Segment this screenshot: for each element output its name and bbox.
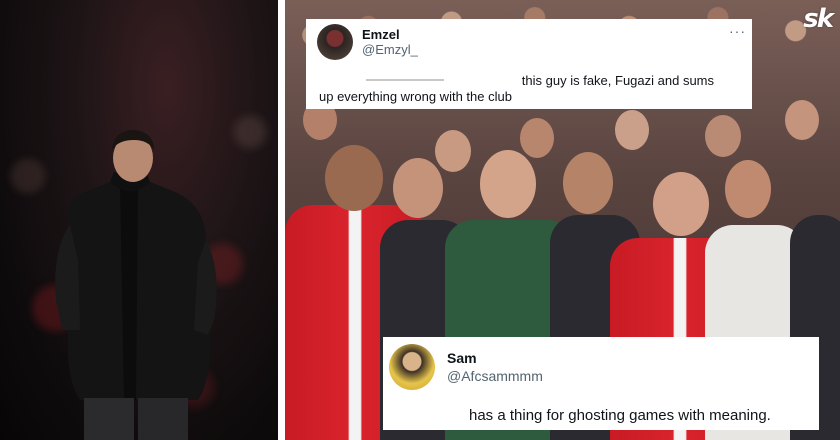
fan-head	[520, 118, 554, 158]
user-handle[interactable]: @Afcsammmm	[447, 368, 543, 384]
fan-head	[615, 110, 649, 150]
fan-head	[480, 150, 536, 218]
tweet-text-line: this guy is fake, Fugazi and sums	[521, 73, 714, 88]
more-options-icon[interactable]: ···	[729, 23, 746, 39]
manager-figure	[55, 130, 217, 440]
avatar[interactable]	[317, 24, 353, 60]
avatar[interactable]	[389, 344, 435, 390]
fan-head	[725, 160, 771, 218]
tweet-card[interactable]: Sam @Afcsammmm has a thing for ghosting …	[383, 337, 819, 430]
tweet-card[interactable]: Emzel @Emzyl_ ··· this guy is fake, Fuga…	[306, 19, 752, 109]
tweet-text-line: has a thing for ghosting games with mean…	[469, 407, 771, 424]
fan-head	[563, 152, 613, 214]
sportskeeda-logo: sk	[803, 4, 834, 34]
tweet-text-line: up everything wrong with the club	[319, 89, 512, 104]
user-handle[interactable]: @Emzyl_	[362, 42, 418, 57]
display-name[interactable]: Emzel	[362, 27, 400, 42]
fan-head	[435, 130, 471, 172]
fan-head	[705, 115, 741, 157]
fan-head	[653, 172, 709, 236]
fan-head	[785, 100, 819, 140]
fan-head	[393, 158, 443, 218]
redacted-text-mark	[366, 79, 444, 81]
manager-photo	[0, 0, 278, 440]
fan-head	[325, 145, 383, 211]
display-name[interactable]: Sam	[447, 350, 477, 366]
